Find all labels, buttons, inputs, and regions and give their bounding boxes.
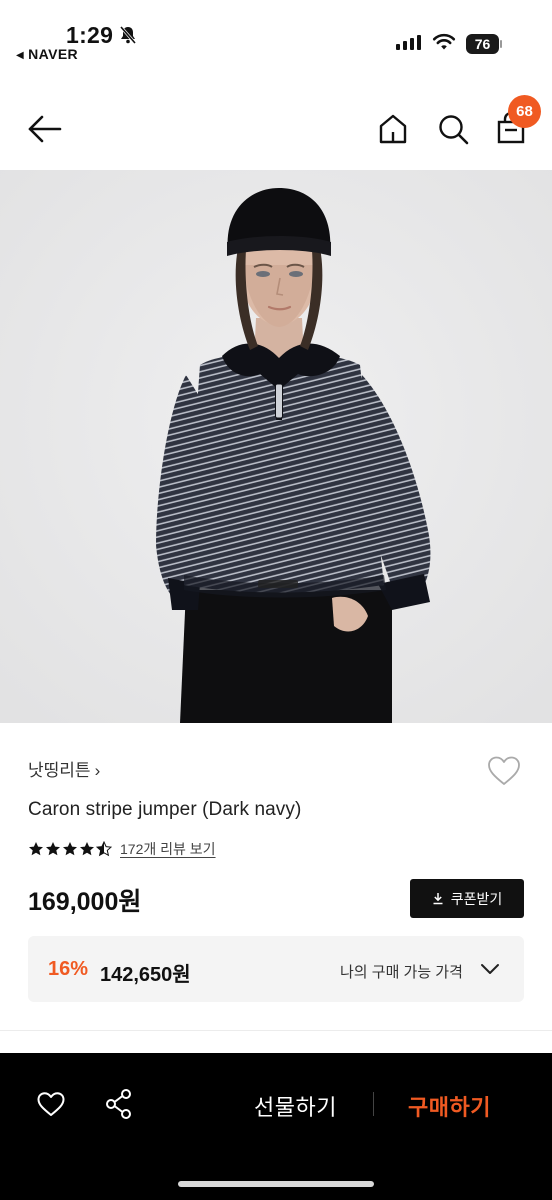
rating-stars [28,841,112,857]
product-name: Caron stripe jumper (Dark navy) [28,799,302,820]
wifi-icon [432,33,456,50]
status-time: 1:29 [66,22,114,48]
star-full-icon [46,842,60,856]
section-divider [0,1030,552,1031]
coupon-download-button[interactable]: 쿠폰받기 [410,879,524,918]
battery-cap [500,40,502,48]
wishlist-heart-icon[interactable] [36,1090,66,1118]
discount-price: 142,650원 [100,964,191,986]
bottom-action-bar: 선물하기 구매하기 [0,1053,552,1200]
gift-button[interactable]: 선물하기 [254,1090,337,1122]
star-full-icon [29,842,43,856]
chevron-right-icon: › [94,761,101,780]
star-half-icon [96,841,112,857]
home-icon[interactable] [376,112,410,146]
bell-muted-icon [119,26,137,44]
status-bar: 1:29 ◀ NAVER 76 [0,0,552,70]
review-link[interactable]: 172개 리뷰 보기 [120,839,216,859]
back-app-label: NAVER [28,46,79,62]
model-photo [0,170,552,723]
battery-indicator: 76 [466,34,502,54]
rating-row: 172개 리뷰 보기 [28,839,216,859]
search-icon[interactable] [436,112,470,146]
home-indicator[interactable] [178,1181,374,1187]
discount-rate: 16% [48,958,89,980]
product-image[interactable] [0,170,552,723]
download-icon [433,893,443,905]
back-triangle-icon: ◀ [16,50,25,61]
battery-level: 76 [466,34,499,54]
back-to-app-link[interactable]: ◀ NAVER [16,46,78,62]
app-header [0,88,552,170]
chevron-down-icon [481,964,499,974]
heart-outline-icon[interactable] [486,754,522,788]
brand-link[interactable]: 낫띵리튼 › [28,756,100,781]
my-price-label: 나의 구매 가능 가격 [340,964,463,981]
share-icon[interactable] [104,1088,134,1120]
cellular-signal-icon [396,35,421,50]
star-full-icon [63,842,77,856]
buy-button[interactable]: 구매하기 [408,1090,491,1122]
coupon-label: 쿠폰받기 [450,890,503,907]
cart-count-badge: 68 [508,95,541,128]
discount-price-dropdown[interactable]: 16% 142,650원 나의 구매 가능 가격 [28,936,524,1002]
back-arrow-icon[interactable] [24,112,64,146]
star-full-icon [80,842,94,856]
product-price: 169,000원 [28,888,142,916]
button-separator [373,1092,374,1116]
brand-name: 낫띵리튼 [28,761,91,780]
